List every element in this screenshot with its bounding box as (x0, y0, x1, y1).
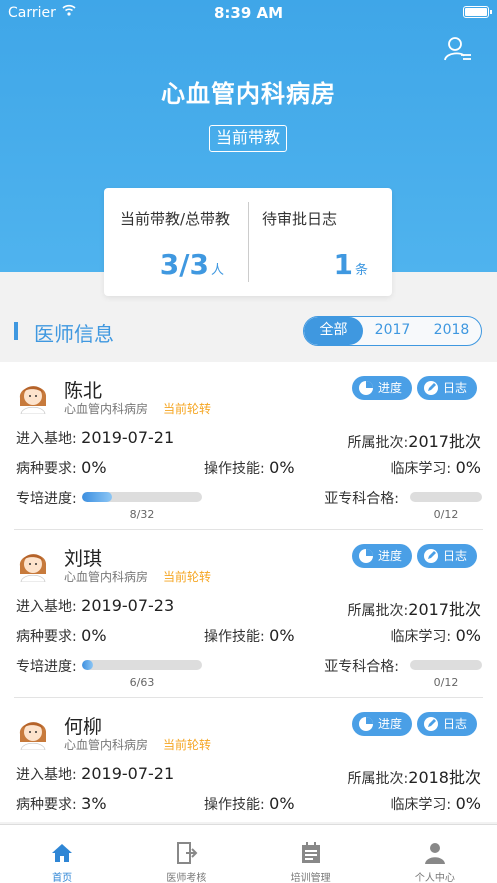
disease-requirement: 0% (81, 458, 107, 477)
sub-qualified-label: 亚专科合格: (324, 659, 399, 675)
edit-log-icon (424, 381, 438, 395)
doctor-list: 陈北 心血管内科病房 当前轮转 进度 日志 进入基地: 2019-07-21 所… (0, 362, 497, 822)
pie-chart-icon (359, 717, 373, 731)
pie-chart-icon (359, 549, 373, 563)
tab-home[interactable]: 首页 (0, 825, 124, 883)
doctor-name: 何柳 (64, 716, 103, 738)
teaching-count-value[interactable]: 3/3 人 (160, 248, 224, 281)
doctor-rotation-status: 当前轮转 (163, 402, 212, 416)
ward-title: 心血管内科病房 (161, 80, 336, 108)
progress-button[interactable]: 进度 (352, 544, 413, 568)
pending-log-label: 待审批日志 (262, 210, 338, 228)
user-menu-icon[interactable] (443, 34, 473, 64)
doctor-dept: 心血管内科病房 (64, 738, 149, 752)
tab-personal-center[interactable]: 个人中心 (373, 825, 497, 883)
batch: 2018批次 (408, 768, 481, 787)
disease-requirement: 3% (81, 794, 107, 813)
home-icon (52, 844, 73, 862)
tab-training-management[interactable]: 培训管理 (249, 825, 373, 883)
filter-all[interactable]: 全部 (304, 317, 363, 345)
enter-date: 2019-07-21 (81, 428, 175, 447)
log-button[interactable]: 日志 (417, 544, 478, 568)
clinical-study: 0% (455, 794, 481, 813)
filter-2018[interactable]: 2018 (422, 317, 481, 345)
special-progress-count: 6/63 (129, 676, 155, 689)
doctor-avatar-icon (19, 722, 47, 750)
info-row: 病种要求: 0% 操作技能: 0% 临床学习: 0% (16, 458, 481, 477)
disease-requirement: 0% (81, 626, 107, 645)
doctor-dept: 心血管内科病房 (64, 402, 149, 416)
edit-log-icon (424, 549, 438, 563)
doctor-name: 刘琪 (64, 548, 103, 570)
doctor-section-header: 医师信息 全部 2017 2018 (0, 312, 497, 352)
info-row: 病种要求: 3% 操作技能: 0% 临床学习: 0% (16, 794, 481, 813)
teaching-count-label: 当前带教/总带教 (120, 210, 231, 228)
battery-icon (463, 6, 492, 18)
doctor-card[interactable]: 刘琪 心血管内科病房 当前轮转 进度 日志 进入基地: 2019-07-23 所… (0, 530, 497, 698)
sub-qualified-bar (410, 492, 482, 502)
operation-skill: 0% (269, 626, 295, 645)
sub-qualified-bar (410, 660, 482, 670)
year-filter: 全部 2017 2018 (303, 316, 482, 346)
progress-button[interactable]: 进度 (352, 712, 413, 736)
batch: 2017批次 (408, 600, 481, 619)
special-progress-bar (82, 492, 202, 502)
enter-date: 2019-07-23 (81, 596, 175, 615)
info-row: 进入基地: 2019-07-23 所属批次:2017批次 (16, 596, 481, 619)
doctor-dept: 心血管内科病房 (64, 570, 149, 584)
current-teaching-badge[interactable]: 当前带教 (209, 125, 288, 152)
batch: 2017批次 (408, 432, 481, 451)
doctor-card[interactable]: 何柳 心血管内科病房 当前轮转 进度 日志 进入基地: 2019-07-21 所… (0, 698, 497, 822)
sub-qualified-count: 0/12 (433, 676, 459, 689)
special-progress-label: 专培进度: (16, 659, 77, 675)
sub-qualified-label: 亚专科合格: (324, 491, 399, 507)
doctor-avatar-icon (19, 554, 47, 582)
special-progress-bar (82, 660, 202, 670)
clinical-study: 0% (455, 458, 481, 477)
special-progress-count: 8/32 (129, 508, 155, 521)
clock: 8:39 AM (213, 4, 284, 22)
doctor-card[interactable]: 陈北 心血管内科病房 当前轮转 进度 日志 进入基地: 2019-07-21 所… (0, 362, 497, 530)
calendar-icon (301, 842, 320, 863)
pie-chart-icon (359, 381, 373, 395)
doctor-rotation-status: 当前轮转 (163, 738, 212, 752)
status-bar: Carrier 8:39 AM (0, 0, 497, 26)
info-row: 进入基地: 2019-07-21 所属批次:2018批次 (16, 764, 481, 787)
doctor-rotation-status: 当前轮转 (163, 570, 212, 584)
filter-2017[interactable]: 2017 (363, 317, 422, 345)
log-button[interactable]: 日志 (417, 712, 478, 736)
enter-date: 2019-07-21 (81, 764, 175, 783)
stats-divider (248, 202, 249, 282)
info-row: 进入基地: 2019-07-21 所属批次:2017批次 (16, 428, 481, 451)
edit-log-icon (424, 717, 438, 731)
doctor-name: 陈北 (64, 380, 103, 402)
doctor-avatar-icon (19, 386, 47, 414)
operation-skill: 0% (269, 794, 295, 813)
person-icon (424, 843, 445, 864)
pending-log-value[interactable]: 1条 (334, 248, 369, 281)
tab-doctor-assessment[interactable]: 医师考核 (124, 825, 248, 883)
log-button[interactable]: 日志 (417, 376, 478, 400)
info-row: 病种要求: 0% 操作技能: 0% 临床学习: 0% (16, 626, 481, 645)
stats-card: 当前带教/总带教 3/3 人 待审批日志 1条 (104, 188, 392, 296)
special-progress-label: 专培进度: (16, 491, 77, 507)
progress-button[interactable]: 进度 (352, 376, 413, 400)
sub-qualified-count: 0/12 (433, 508, 459, 521)
operation-skill: 0% (269, 458, 295, 477)
section-title: 医师信息 (34, 322, 114, 346)
bottom-tab-bar: 首页 医师考核 培训管理 个人中心 (0, 824, 497, 883)
exit-door-icon (177, 842, 198, 864)
clinical-study: 0% (455, 626, 481, 645)
section-accent-bar (14, 322, 18, 340)
